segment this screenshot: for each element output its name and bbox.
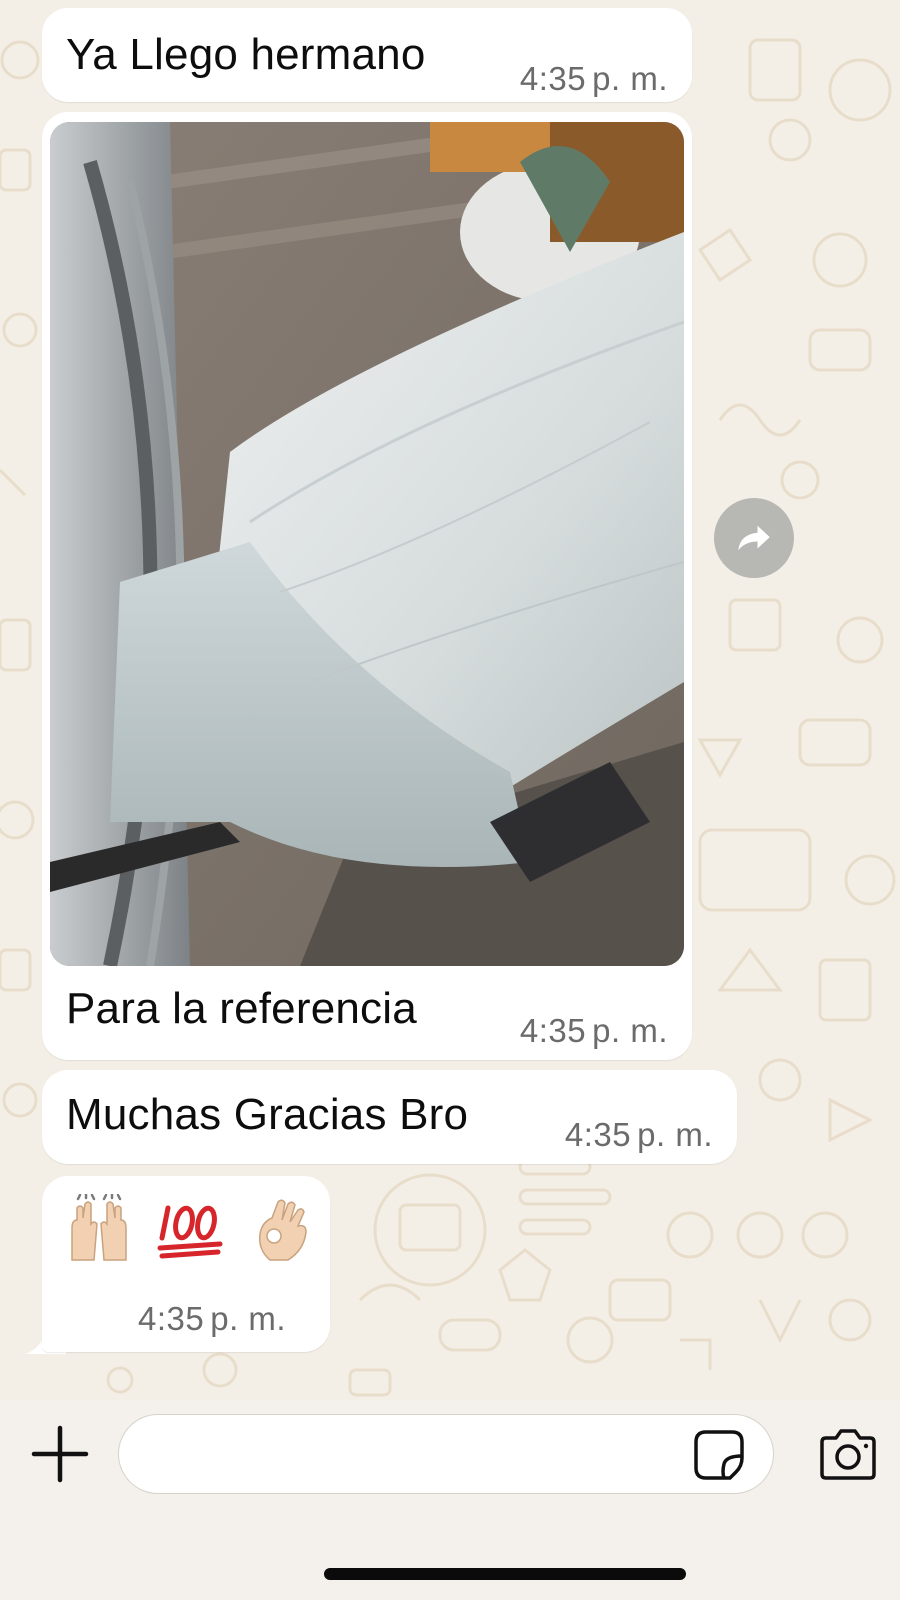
message-input[interactable] [118,1414,774,1494]
message-text: Ya Llego hermano [66,30,426,79]
home-indicator [324,1568,686,1580]
time-ampm: p. m. [210,1300,287,1337]
forward-arrow-icon [738,525,770,551]
raising-hands-emoji [64,1194,134,1264]
time-value: 4:35 [564,1116,632,1153]
forward-button[interactable] [714,498,794,578]
time-value: 4:35 [519,1012,587,1049]
time-ampm: p. m. [592,60,668,97]
message-timestamp: 4:35 p. m. [565,1116,713,1154]
plus-icon[interactable] [28,1422,92,1486]
time-value: 4:35 [138,1300,205,1337]
time-ampm: p. m. [637,1116,713,1153]
hundred-points-emoji [156,1194,226,1264]
photo-attachment[interactable] [50,122,684,966]
message-timestamp: 4:35 p. m. [520,1012,668,1050]
camera-icon[interactable] [816,1424,880,1484]
photo-message-bubble[interactable]: Para la referencia 4:35 p. m. [42,112,692,1060]
ok-hand-emoji [248,1194,318,1264]
sticker-icon[interactable] [692,1428,746,1482]
message-timestamp: 4:35 p. m. [520,60,668,98]
time-value: 4:35 [519,60,587,97]
time-ampm: p. m. [592,1012,668,1049]
message-bubble[interactable]: Muchas Gracias Bro 4:35 p. m. [42,1070,737,1164]
photo-caption: Para la referencia [66,984,417,1033]
message-bubble[interactable]: Ya Llego hermano 4:35 p. m. [42,8,692,102]
emoji-message-bubble[interactable]: 4:35 p. m. [42,1176,330,1352]
message-text: Muchas Gracias Bro [66,1090,469,1139]
emoji-row [64,1194,318,1264]
composer-bar [0,1400,900,1600]
message-timestamp: 4:35 p. m. [138,1300,286,1338]
